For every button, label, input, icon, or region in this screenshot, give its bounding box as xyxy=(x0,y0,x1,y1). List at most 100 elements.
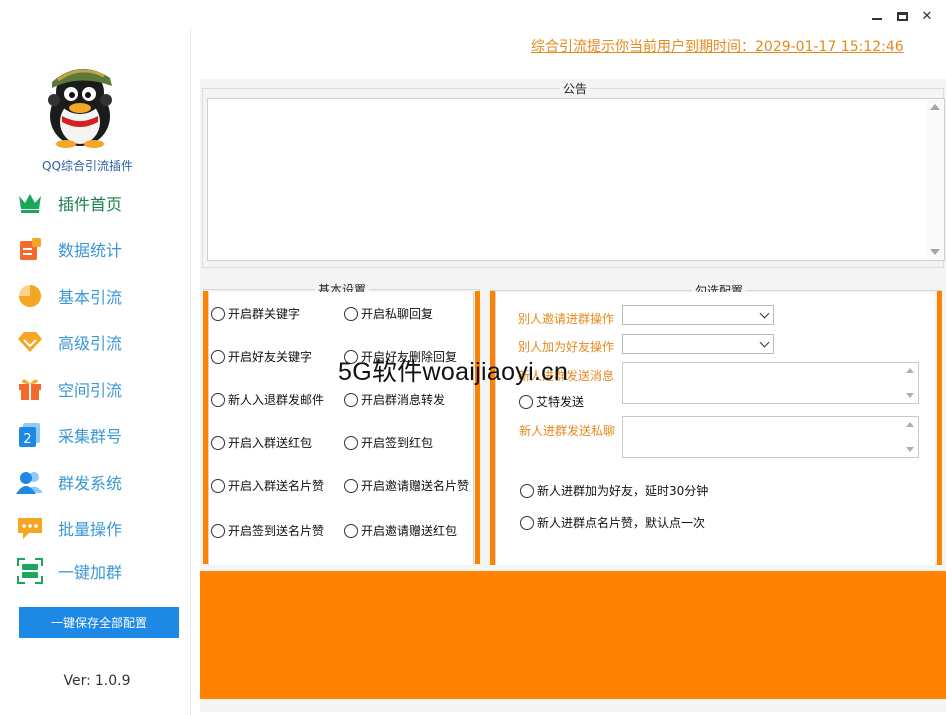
watermark-text: 5G软件woaijiaoyi.cn xyxy=(338,358,569,386)
notice-title: 公告 xyxy=(560,80,591,97)
radio-invite-card-like[interactable]: 开启邀请赠送名片赞 xyxy=(344,477,469,494)
radio-label: 新人入退群发邮件 xyxy=(228,393,325,407)
sidebar-item-advanced[interactable]: 高级引流 xyxy=(16,327,186,357)
radio-label: 新人进群点名片赞，默认点一次 xyxy=(537,516,706,530)
radio-card-like-default[interactable]: 新人进群点名片赞，默认点一次 xyxy=(520,514,705,531)
version-label: Ver: xyxy=(63,673,91,689)
radio-at-send[interactable]: 艾特发送 xyxy=(519,393,584,410)
friend-action-select[interactable] xyxy=(622,334,774,354)
radio-private-reply[interactable]: 开启私聊回复 xyxy=(344,305,433,322)
scroll-down-icon[interactable] xyxy=(930,249,940,255)
minimize-button[interactable] xyxy=(866,6,888,26)
radio-group-forward[interactable]: 开启群消息转发 xyxy=(344,391,445,408)
save-all-config-button[interactable]: 一键保存全部配置 xyxy=(19,607,179,638)
radio-label: 开启好友关键字 xyxy=(228,350,313,364)
app-name: QQ综合引流插件 xyxy=(42,159,133,173)
radio-circle xyxy=(344,478,358,493)
radio-friend-keyword[interactable]: 开启好友关键字 xyxy=(211,348,312,365)
accent-bar-right xyxy=(937,291,942,565)
number-two-icon: 2 xyxy=(16,421,44,449)
svg-text:2: 2 xyxy=(23,432,31,447)
sidebar-item-home[interactable]: 插件首页 xyxy=(16,188,186,218)
users-icon xyxy=(16,468,44,496)
scroll-up-icon[interactable] xyxy=(906,422,914,427)
radio-circle xyxy=(344,523,358,538)
sidebar-divider xyxy=(190,28,191,715)
notice-textarea[interactable] xyxy=(207,98,945,261)
sidebar-item-label: 插件首页 xyxy=(58,195,123,214)
radio-join-card-like[interactable]: 开启入群送名片赞 xyxy=(211,477,324,494)
scroll-down-icon[interactable] xyxy=(906,393,914,398)
penguin-logo xyxy=(48,68,112,148)
radio-join-red-packet[interactable]: 开启入群送红包 xyxy=(211,434,312,451)
sidebar-item-label: 一键加群 xyxy=(58,563,123,582)
radio-join-leave-mail[interactable]: 新人入退群发邮件 xyxy=(211,391,324,408)
sidebar-item-join-group[interactable]: 一键加群 xyxy=(16,556,186,586)
version-value: 1.0.9 xyxy=(94,673,131,689)
gift-icon xyxy=(16,375,44,403)
invite-action-label: 别人邀请进群操作 xyxy=(518,312,615,326)
notice-scrollbar[interactable] xyxy=(927,99,944,260)
document-chart-icon xyxy=(16,235,44,263)
radio-signin-red-packet[interactable]: 开启签到红包 xyxy=(344,434,433,451)
close-button[interactable]: ✕ xyxy=(916,6,938,26)
accent-bar-right xyxy=(475,291,480,564)
diamond-icon xyxy=(16,328,44,356)
maximize-button[interactable] xyxy=(891,6,913,26)
version-info: Ver: 1.0.9 xyxy=(0,673,190,689)
sidebar-item-space[interactable]: 空间引流 xyxy=(16,374,186,404)
scroll-up-icon[interactable] xyxy=(930,104,940,110)
radio-signin-card-like[interactable]: 开启签到送名片赞 xyxy=(211,522,324,539)
accent-bar-left xyxy=(490,291,495,565)
newcomer-message-textarea[interactable] xyxy=(622,362,919,404)
radio-circle xyxy=(211,349,225,364)
radio-add-friend-delay[interactable]: 新人进群加为好友，延时30分钟 xyxy=(520,482,708,499)
radio-label: 新人进群加为好友，延时30分钟 xyxy=(537,484,709,498)
close-icon: ✕ xyxy=(921,8,933,24)
radio-circle xyxy=(344,306,358,321)
newcomer-private-label: 新人进群发送私聊 xyxy=(519,424,616,438)
scroll-up-icon[interactable] xyxy=(906,368,914,373)
radio-circle xyxy=(211,306,225,321)
sidebar-item-label: 高级引流 xyxy=(58,334,123,353)
sidebar-item-label: 基本引流 xyxy=(58,288,123,307)
radio-label: 开启签到送名片赞 xyxy=(228,524,325,538)
sidebar-item-batch[interactable]: 批量操作 xyxy=(16,513,186,543)
radio-circle xyxy=(520,515,534,530)
sidebar-item-label: 采集群号 xyxy=(58,427,123,446)
sidebar-item-mass-send[interactable]: 群发系统 xyxy=(16,467,186,497)
radio-invite-red-packet[interactable]: 开启邀请赠送红包 xyxy=(344,522,457,539)
app-window: ✕ QQ综合引流插件 插件首页 数据统计 基本引流 高级引流 空间引流 2 采集… xyxy=(0,0,946,715)
sidebar-item-collect[interactable]: 2 采集群号 xyxy=(16,420,186,450)
radio-circle xyxy=(211,435,225,450)
sidebar-item-label: 数据统计 xyxy=(58,241,123,260)
maximize-icon xyxy=(896,11,908,21)
radio-circle xyxy=(211,478,225,493)
crown-icon xyxy=(16,189,44,217)
minimize-icon xyxy=(872,18,882,20)
radio-label: 开启私聊回复 xyxy=(361,307,434,321)
sidebar-item-basic[interactable]: 基本引流 xyxy=(16,281,186,311)
chevron-down-icon xyxy=(759,337,770,348)
radio-label: 开启入群送红包 xyxy=(228,436,313,450)
radio-circle xyxy=(211,523,225,538)
pie-chart-icon xyxy=(16,282,44,310)
radio-label: 艾特发送 xyxy=(536,395,585,409)
chevron-down-icon xyxy=(759,308,770,319)
invite-action-select[interactable] xyxy=(622,305,774,325)
newcomer-private-textarea[interactable] xyxy=(622,416,919,458)
sidebar-item-label: 空间引流 xyxy=(58,381,123,400)
radio-circle xyxy=(519,394,533,409)
scroll-down-icon[interactable] xyxy=(906,447,914,452)
radio-label: 开启邀请赠送名片赞 xyxy=(361,479,470,493)
radio-group-keyword[interactable]: 开启群关键字 xyxy=(211,305,300,322)
expire-notice-link[interactable]: 综合引流提示你当前用户到期时间：2029-01-17 15:12:46 xyxy=(531,36,904,56)
radio-circle xyxy=(344,435,358,450)
radio-label: 开启群关键字 xyxy=(228,307,301,321)
notice-group: 公告 xyxy=(202,80,945,268)
sidebar-item-stats[interactable]: 数据统计 xyxy=(16,234,186,264)
radio-circle xyxy=(520,483,534,498)
sidebar-item-label: 批量操作 xyxy=(58,520,123,539)
radio-circle xyxy=(211,392,225,407)
radio-label: 开启入群送名片赞 xyxy=(228,479,325,493)
